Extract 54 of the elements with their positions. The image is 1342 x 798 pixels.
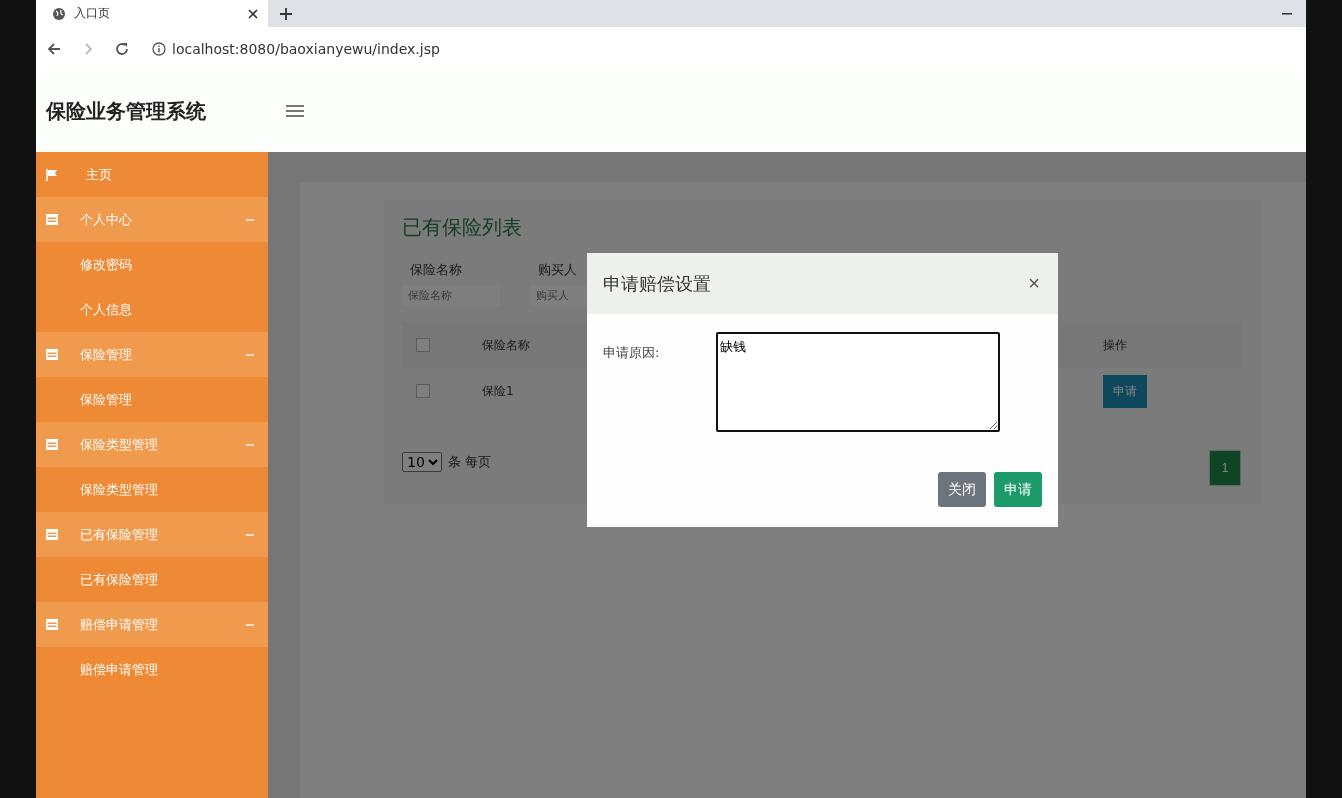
sidebar-label: 保险类型管理 bbox=[80, 435, 159, 454]
close-button[interactable]: × bbox=[1026, 272, 1042, 295]
globe-icon bbox=[52, 6, 66, 21]
sidebar-group[interactable]: 赔偿申请管理 bbox=[36, 602, 268, 647]
sidebar-subitem[interactable]: 个人信息 bbox=[36, 287, 268, 332]
tab-title: 入口页 bbox=[74, 5, 111, 22]
search-label: 保险名称 bbox=[409, 261, 463, 279]
flag-icon bbox=[46, 168, 58, 181]
table-icon bbox=[46, 439, 58, 450]
app-title: 保险业务管理系统 bbox=[46, 97, 207, 125]
page-size-select[interactable]: 10 bbox=[402, 452, 442, 472]
back-icon[interactable] bbox=[46, 40, 62, 57]
checkbox[interactable] bbox=[416, 384, 430, 398]
column-header: 操作 bbox=[1103, 336, 1127, 354]
sidebar-subitem[interactable]: 保险管理 bbox=[36, 377, 268, 422]
reload-icon[interactable] bbox=[114, 40, 130, 57]
sidebar-label: 主页 bbox=[86, 165, 112, 184]
field-label: 申请原因: bbox=[603, 344, 661, 362]
column-header: 保险名称 bbox=[482, 337, 530, 352]
sidebar-subitem[interactable]: 保险类型管理 bbox=[36, 467, 268, 512]
table-icon bbox=[46, 349, 58, 360]
new-tab-icon[interactable] bbox=[280, 7, 292, 20]
search-field[interactable]: 保险名称 bbox=[402, 285, 500, 306]
sidebar-group[interactable]: 保险管理 bbox=[36, 332, 268, 377]
checkbox[interactable] bbox=[416, 338, 430, 352]
sidebar-group[interactable]: 个人中心 bbox=[36, 197, 268, 242]
sidebar-subitem[interactable]: 赔偿申请管理 bbox=[36, 647, 268, 692]
browser-tab[interactable]: 入口页 bbox=[36, 0, 268, 27]
sidebar-label: 个人中心 bbox=[80, 210, 133, 229]
sidebar-subitem[interactable]: 已有保险管理 bbox=[36, 557, 268, 602]
close-icon[interactable] bbox=[248, 8, 258, 19]
page-button[interactable]: 1 bbox=[1209, 450, 1241, 486]
table-icon bbox=[46, 619, 58, 630]
reason-field[interactable]: 缺钱 bbox=[716, 332, 1000, 432]
sidebar-subitem[interactable]: 修改密码 bbox=[36, 242, 268, 287]
table-cell: 保险1 bbox=[482, 383, 514, 398]
search-label: 购买人 bbox=[537, 261, 578, 279]
table-icon bbox=[46, 529, 58, 540]
menu-icon[interactable] bbox=[286, 104, 304, 118]
sidebar-item[interactable]: 主页 bbox=[36, 152, 268, 197]
per-page-label: 条 每页 bbox=[448, 453, 492, 471]
info-icon[interactable] bbox=[152, 41, 166, 56]
minimize-icon[interactable] bbox=[1282, 12, 1292, 15]
page-title: 已有保险列表 bbox=[402, 214, 523, 241]
close-button[interactable]: 关闭 bbox=[938, 472, 986, 507]
table-icon bbox=[46, 214, 58, 225]
sidebar-group[interactable]: 已有保险管理 bbox=[36, 512, 268, 557]
apply-button[interactable]: 申请 bbox=[994, 472, 1042, 507]
sidebar-label: 赔偿申请管理 bbox=[80, 615, 159, 634]
sidebar-group[interactable]: 保险类型管理 bbox=[36, 422, 268, 467]
url-text[interactable]: localhost:8080/baoxianyewu/index.jsp bbox=[172, 40, 440, 57]
sidebar-label: 保险管理 bbox=[80, 345, 133, 364]
sidebar-label: 已有保险管理 bbox=[80, 525, 159, 544]
apply-button[interactable]: 申请 bbox=[1103, 374, 1147, 408]
